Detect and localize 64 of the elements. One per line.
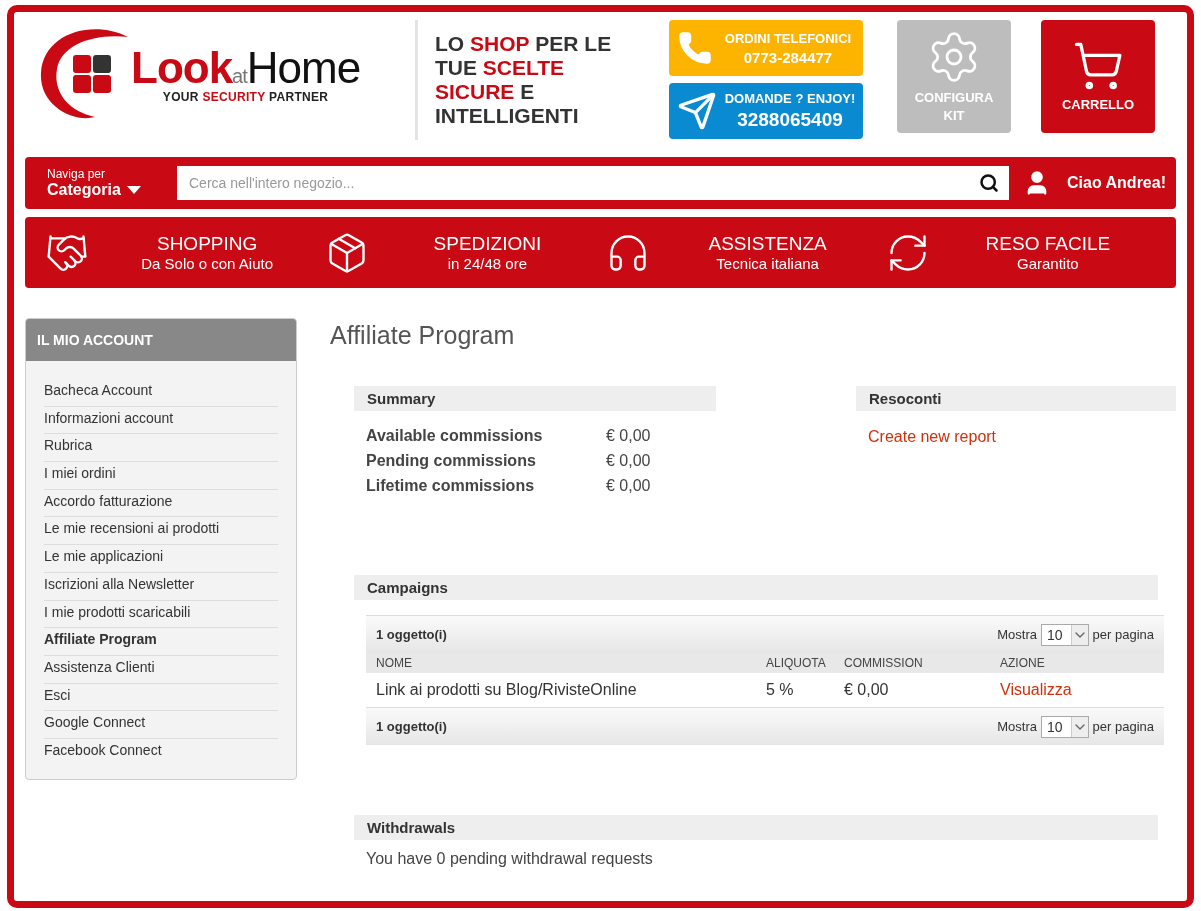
show-label: Mostra: [997, 627, 1037, 642]
summary-label: Available commissions: [366, 427, 544, 445]
feature-subtitle: in 24/48 ore: [447, 255, 527, 272]
section-header: Campaigns: [354, 575, 1158, 600]
feature-title: RESO FACILE: [985, 233, 1111, 255]
category-menu[interactable]: Naviga per Categoria: [47, 167, 177, 199]
feature-title: ASSISTENZA: [708, 233, 827, 255]
sidebar-item[interactable]: Accordo fatturazione: [44, 489, 278, 518]
sidebar-item[interactable]: I mie prodotti scaricabili: [44, 600, 278, 629]
section-header: Resoconti: [856, 386, 1176, 411]
feature-subtitle: Tecnica italiana: [716, 255, 819, 272]
sidebar-item[interactable]: Assistenza Clienti: [44, 655, 278, 684]
sidebar-item[interactable]: I miei ordini: [44, 462, 278, 490]
greeting-link[interactable]: Ciao Andrea!: [1067, 174, 1166, 192]
withdrawals-text: You have 0 pending withdrawal requests: [366, 850, 654, 868]
phone-icon: [677, 30, 713, 66]
item-count: 1 oggetto(i): [376, 627, 447, 642]
paper-plane-icon: [677, 91, 717, 131]
sidebar-item[interactable]: Iscrizioni alla Newsletter: [44, 572, 278, 601]
summary-value: € 0,00: [606, 452, 652, 470]
sidebar-item[interactable]: Rubrica: [44, 434, 278, 463]
item-count: 1 oggetto(i): [376, 719, 447, 734]
column-header: ALIQUOTA: [766, 656, 827, 670]
contact-button[interactable]: DOMANDE ? ENJOY! 3288065409: [669, 83, 863, 139]
table-cell-text: Link ai prodotti su Blog/RivisteOnline: [376, 681, 638, 699]
column-header: AZIONE: [1000, 656, 1046, 670]
per-page-label: per pagina: [1092, 627, 1154, 642]
table-cell-text: € 0,00: [844, 681, 890, 699]
section-header: Summary: [354, 386, 716, 411]
summary-value: € 0,00: [606, 427, 652, 445]
summary-label: Lifetime commissions: [366, 477, 536, 495]
sidebar-item[interactable]: Informazioni account: [44, 406, 278, 435]
sidebar-item[interactable]: Affiliate Program: [44, 628, 278, 656]
table-cell-text: 5 %: [766, 681, 795, 699]
sidebar-item[interactable]: Le mie recensioni ai prodotti: [44, 517, 278, 546]
feature-subtitle: Garantito: [1017, 255, 1079, 272]
sidebar-title: IL MIO ACCOUNT: [26, 319, 296, 361]
create-report-link[interactable]: Create new report: [868, 428, 997, 445]
sidebar-item[interactable]: Esci: [44, 683, 278, 712]
per-page-select[interactable]: 10: [1040, 623, 1089, 646]
page-title: Affiliate Program: [330, 321, 516, 350]
show-label: Mostra: [997, 719, 1037, 734]
section-header: Withdrawals: [354, 815, 1158, 840]
per-page-select[interactable]: 10: [1040, 715, 1089, 738]
search-button[interactable]: [969, 166, 1009, 200]
column-header: NOME: [376, 656, 413, 670]
summary-value: € 0,00: [606, 477, 652, 495]
sidebar-item[interactable]: Bacheca Account: [44, 379, 278, 407]
tagline: LO SHOP PER LE TUE SCELTE SICURE E INTELLIGENTI: [435, 32, 613, 128]
caret-icon: [126, 186, 141, 194]
per-page-label: per pagina: [1092, 719, 1154, 734]
feature-title: SHOPPING: [156, 233, 258, 255]
feature-subtitle: Da Solo o con Aiuto: [141, 255, 273, 272]
search-field[interactable]: Cerca nell'intero negozio...: [177, 166, 969, 200]
summary-label: Pending commissions: [366, 452, 537, 470]
sidebar-item[interactable]: Google Connect: [44, 711, 278, 739]
feature-title: SPEDIZIONI: [433, 233, 542, 255]
view-link[interactable]: Visualizza: [1000, 681, 1072, 698]
cart-button[interactable]: CARRELLO: [1041, 20, 1155, 133]
logo-slogan: YOUR SECURITY PARTNER: [162, 90, 329, 104]
sidebar-item[interactable]: Le mie applicazioni: [44, 545, 278, 573]
search-icon: [979, 173, 999, 193]
column-header: COMMISSION: [844, 656, 924, 670]
sidebar-item[interactable]: Facebook Connect: [44, 738, 278, 767]
